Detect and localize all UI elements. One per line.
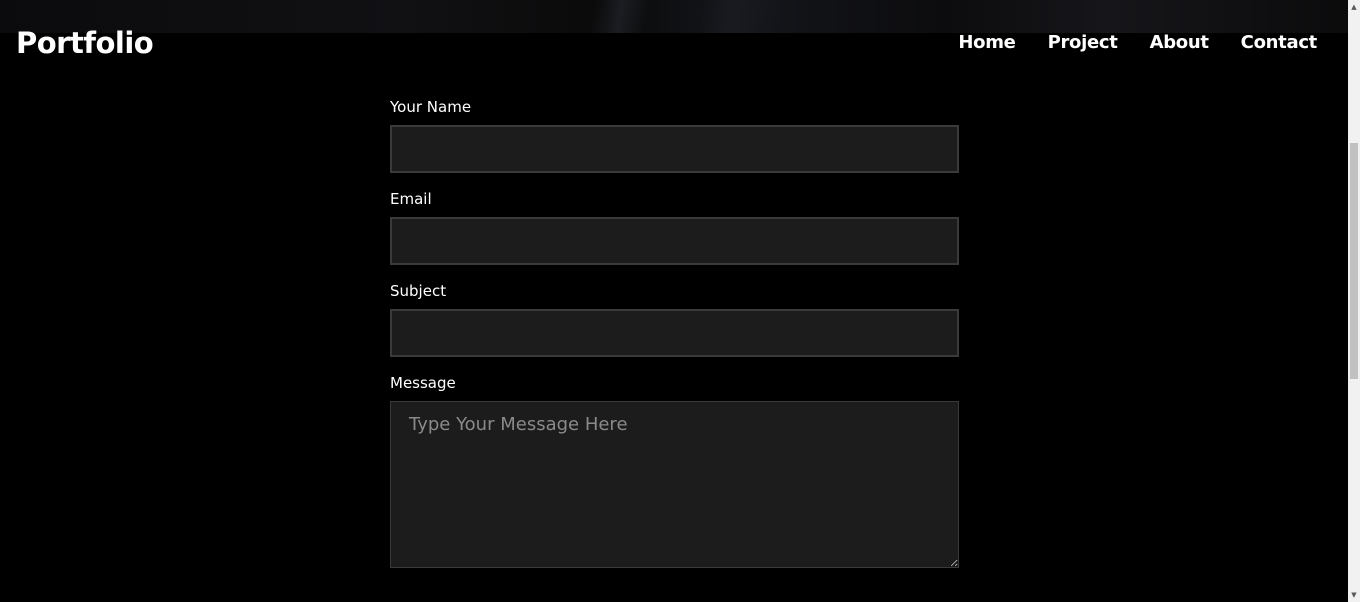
subject-label: Subject bbox=[390, 282, 447, 300]
name-input[interactable] bbox=[390, 125, 959, 173]
main-nav: Home Project About Contact bbox=[958, 30, 1317, 56]
site-logo[interactable]: Portfolio bbox=[16, 23, 154, 63]
contact-form: Your Name Email Subject Message bbox=[390, 96, 959, 568]
email-label: Email bbox=[390, 190, 432, 208]
chevron-up-icon[interactable]: ▲ bbox=[1348, 0, 1360, 14]
nav-link-about[interactable]: About bbox=[1150, 30, 1209, 56]
page-scrollbar[interactable]: ▲ ▼ bbox=[1348, 0, 1360, 602]
scrollbar-thumb[interactable] bbox=[1350, 143, 1358, 379]
message-textarea[interactable] bbox=[390, 401, 959, 568]
portfolio-page: Portfolio Home Project About Contact You… bbox=[0, 0, 1360, 602]
subject-input[interactable] bbox=[390, 309, 959, 357]
nav-link-project[interactable]: Project bbox=[1048, 30, 1118, 56]
name-label: Your Name bbox=[390, 98, 472, 116]
nav-link-home[interactable]: Home bbox=[958, 30, 1016, 56]
email-input[interactable] bbox=[390, 217, 959, 265]
nav-link-contact[interactable]: Contact bbox=[1241, 30, 1318, 56]
chevron-down-icon[interactable]: ▼ bbox=[1348, 588, 1360, 602]
site-header: Portfolio Home Project About Contact bbox=[0, 0, 1348, 84]
message-label: Message bbox=[390, 374, 456, 392]
